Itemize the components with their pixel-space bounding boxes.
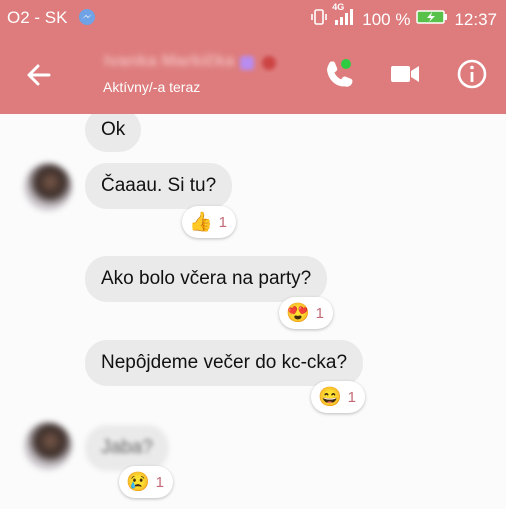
reaction-pill[interactable]: 😢 1 xyxy=(119,466,174,498)
message-bubble[interactable]: Nepôjdeme večer do kc-cka? xyxy=(85,340,364,386)
reaction-count: 1 xyxy=(347,388,357,406)
message-text: Čaaau. Si tu? xyxy=(101,175,217,196)
reaction-pill[interactable]: 😍 1 xyxy=(279,297,334,329)
reaction-pill[interactable]: 👍 1 xyxy=(182,206,237,238)
message-bubble[interactable]: Ako bolo včera na party? xyxy=(85,256,328,302)
name-emoji-icon xyxy=(240,56,254,70)
message-text: Jaba? xyxy=(101,437,153,458)
status-bar: O2 - SK 4G 100 % 12:37 xyxy=(0,0,506,34)
contact-avatar[interactable] xyxy=(24,163,72,211)
crying-emoji-icon: 😢 xyxy=(126,471,150,493)
status-left: O2 - SK xyxy=(7,8,96,31)
vibrate-icon xyxy=(310,8,328,31)
heart-eyes-emoji-icon: 😍 xyxy=(286,302,310,324)
contact-avatar[interactable] xyxy=(24,422,72,470)
signal-icon: 4G xyxy=(332,2,356,31)
video-camera-icon xyxy=(391,66,419,82)
reaction-count: 1 xyxy=(315,304,325,322)
message-text: Nepôjdeme večer do kc-cka? xyxy=(101,352,348,373)
carrier-label: O2 - SK xyxy=(7,8,68,27)
messenger-notification-icon xyxy=(78,8,96,31)
message-bubble[interactable]: Čaaau. Si tu? xyxy=(85,163,233,209)
status-right: 4G 100 % 12:37 xyxy=(310,2,497,31)
grinning-emoji-icon: 😄 xyxy=(318,386,342,408)
message-text: Ako bolo včera na party? xyxy=(101,268,312,289)
video-call-button[interactable] xyxy=(385,54,425,94)
message-bubble[interactable]: Ok xyxy=(85,114,142,152)
message-text: Ok xyxy=(101,119,126,140)
info-icon xyxy=(457,59,487,89)
arrow-left-icon xyxy=(27,64,51,86)
clock: 12:37 xyxy=(454,9,497,29)
reaction-pill[interactable]: 😄 1 xyxy=(311,381,366,413)
online-dot xyxy=(341,59,351,69)
thumbs-up-emoji-icon: 👍 xyxy=(189,211,213,233)
battery-charging-icon xyxy=(416,9,448,30)
message-bubble[interactable]: Jaba? xyxy=(85,425,169,471)
reaction-count: 1 xyxy=(218,213,228,231)
message-list[interactable]: Ok Čaaau. Si tu? 👍 1 Ako bolo včera na p… xyxy=(0,114,506,509)
phone-icon xyxy=(327,59,353,87)
back-button[interactable] xyxy=(22,58,56,92)
battery-percent: 100 % xyxy=(362,9,411,29)
active-status: Aktívny/-a teraz xyxy=(103,79,201,95)
voice-call-button[interactable] xyxy=(320,54,360,94)
conversation-header: Ivanka Markíčka Aktívny/-a teraz xyxy=(0,34,506,114)
contact-name[interactable]: Ivanka Markíčka xyxy=(104,51,234,71)
reaction-count: 1 xyxy=(155,473,165,491)
conversation-info-button[interactable] xyxy=(452,54,492,94)
network-type: 4G xyxy=(332,2,345,12)
heart-icon xyxy=(262,56,276,70)
